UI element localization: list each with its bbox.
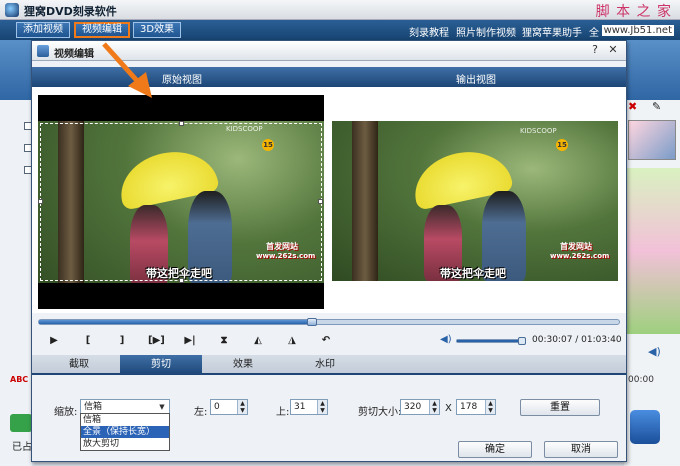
video-top-watermark: KIDSCOOP	[520, 127, 557, 135]
spinner-icon[interactable]: ▲ ▼	[317, 400, 327, 414]
cancel-button[interactable]: 取消	[544, 441, 618, 458]
seek-handle[interactable]	[306, 318, 317, 326]
tab-video-edit[interactable]: 视频编辑	[74, 22, 130, 38]
tab-add-video[interactable]: 添加视频	[16, 22, 70, 38]
volume-handle[interactable]	[517, 337, 526, 345]
bg-status-text: 已占	[12, 442, 32, 453]
output-view-label: 输出视图	[456, 75, 496, 86]
size-separator: X	[445, 403, 452, 414]
video-tree	[352, 121, 378, 281]
video-site-url: www.262s.com	[550, 252, 610, 260]
play-icon[interactable]: ▶	[46, 333, 62, 349]
letterbox-top	[38, 95, 324, 121]
top-label: 上:	[276, 407, 290, 418]
zoom-select-value: 信箱	[84, 402, 103, 412]
spinner-icon[interactable]: ▲ ▼	[237, 400, 247, 414]
watermark-text: 脚 本 之 家	[595, 4, 672, 20]
link-more[interactable]: 全	[589, 24, 599, 39]
bg-file-list	[0, 100, 32, 466]
watermark-url: www.Jb51.net	[601, 25, 674, 36]
bg-menu-thumbnail[interactable]	[628, 120, 676, 160]
crop-box[interactable]	[40, 123, 322, 281]
bg-volume-icon[interactable]: ◀)	[648, 345, 661, 358]
video-edit-dialog: 视频编辑 ? ✕ 原始视图 输出视图 KIDSCOOP 15 首发网站 www.…	[31, 40, 627, 462]
crop-handle[interactable]	[179, 278, 184, 283]
next-frame-icon[interactable]: ▶|	[182, 333, 198, 349]
link-apple-helper[interactable]: 狸窝苹果助手	[522, 24, 582, 39]
link-photo-video[interactable]: 照片制作视频	[456, 24, 516, 39]
zoom-option[interactable]: 信箱	[81, 414, 169, 426]
seek-progress	[39, 320, 312, 324]
crop-height-value: 178	[460, 402, 478, 412]
main-toolbar: 添加视频 视频编辑 3D效果 刻录教程 照片制作视频 狸窝苹果助手 全	[0, 20, 680, 40]
top-value: 31	[294, 402, 306, 412]
bg-subtitle-icon: ABC	[10, 375, 29, 384]
edit-tabs: 截取 剪切 效果 水印	[32, 355, 626, 375]
video-subtitle: 带这把伞走吧	[440, 267, 506, 280]
zoom-dropdown-list: 信箱 全景（保持长宽） 放大剪切	[80, 413, 170, 451]
tab-watermark[interactable]: 水印	[284, 355, 366, 375]
rotate-right-icon[interactable]: ◮	[284, 333, 300, 349]
crop-width-input[interactable]: 320 ▲ ▼	[400, 399, 440, 415]
mark-in-icon[interactable]: [	[80, 333, 96, 349]
close-icon[interactable]: ✕	[606, 44, 620, 57]
video-area: KIDSCOOP 15 首发网站 www.262s.com 带这把伞走吧 KID…	[32, 87, 626, 313]
dialog-titlebar: 视频编辑 ? ✕	[32, 41, 626, 61]
app-title: 狸窝DVD刻录软件	[24, 5, 117, 18]
view-header: 原始视图 输出视图	[32, 67, 626, 87]
tab-trim[interactable]: 截取	[38, 355, 120, 375]
mark-out-icon[interactable]: ]	[114, 333, 130, 349]
left-label: 左:	[194, 407, 208, 418]
original-view-label: 原始视图	[162, 75, 202, 86]
app-logo-icon	[5, 3, 19, 17]
crop-handle[interactable]	[318, 199, 323, 204]
spinner-icon[interactable]: ▲ ▼	[429, 400, 439, 414]
left-value: 0	[214, 402, 220, 412]
left-input[interactable]: 0 ▲ ▼	[210, 399, 248, 415]
video-channel-badge: 15	[556, 139, 568, 151]
seek-bar[interactable]	[38, 318, 620, 326]
letterbox-bottom	[38, 283, 324, 309]
split-icon[interactable]: ⧗	[216, 333, 232, 349]
bg-edit-icon[interactable]: ✎	[652, 100, 661, 113]
tab-3d-effect[interactable]: 3D效果	[133, 22, 182, 38]
volume-level	[457, 340, 522, 342]
zoom-option-highlighted[interactable]: 全景（保持长宽）	[81, 426, 169, 438]
time-readout: 00:30:07 / 01:03:40	[532, 335, 622, 345]
bg-delete-icon[interactable]: ✖	[628, 100, 637, 113]
zoom-option[interactable]: 放大剪切	[81, 438, 169, 450]
volume-icon[interactable]: ◀)	[440, 334, 452, 345]
bg-time-text: 00:00	[628, 375, 654, 385]
output-video-view: KIDSCOOP 15 首发网站 www.262s.com 带这把伞走吧	[332, 121, 618, 281]
dialog-title: 视频编辑	[54, 49, 94, 60]
top-input[interactable]: 31 ▲ ▼	[290, 399, 328, 415]
dialog-app-icon	[37, 45, 49, 57]
app-titlebar: 狸窝DVD刻录软件 脚 本 之 家	[0, 0, 680, 20]
help-icon[interactable]: ?	[588, 44, 602, 57]
tab-crop[interactable]: 剪切	[120, 355, 202, 375]
zoom-label: 缩放:	[54, 407, 78, 418]
crop-width-value: 320	[404, 402, 422, 412]
spinner-icon[interactable]: ▲ ▼	[485, 400, 495, 414]
reset-button[interactable]: 重置	[520, 399, 600, 416]
chevron-down-icon: ▼	[159, 403, 165, 411]
bg-green-button[interactable]	[10, 414, 32, 432]
rotate-left-icon[interactable]: ◭	[250, 333, 266, 349]
crop-height-input[interactable]: 178 ▲ ▼	[456, 399, 496, 415]
video-site-watermark: 首发网站	[560, 242, 592, 251]
crop-size-label: 剪切大小:	[358, 407, 402, 418]
volume-slider[interactable]	[456, 337, 526, 345]
undo-icon[interactable]: ↶	[318, 333, 334, 349]
crop-handle[interactable]	[38, 199, 43, 204]
crop-handle[interactable]	[179, 121, 184, 126]
tab-effects[interactable]: 效果	[202, 355, 284, 375]
link-burn-tutorial[interactable]: 刻录教程	[409, 24, 449, 39]
ok-button[interactable]: 确定	[458, 441, 532, 458]
bg-menu-template	[626, 168, 680, 334]
play-selection-icon[interactable]: [▶]	[148, 333, 165, 349]
original-video-view[interactable]: KIDSCOOP 15 首发网站 www.262s.com 带这把伞走吧	[38, 95, 324, 309]
bg-burn-button[interactable]	[630, 410, 660, 444]
